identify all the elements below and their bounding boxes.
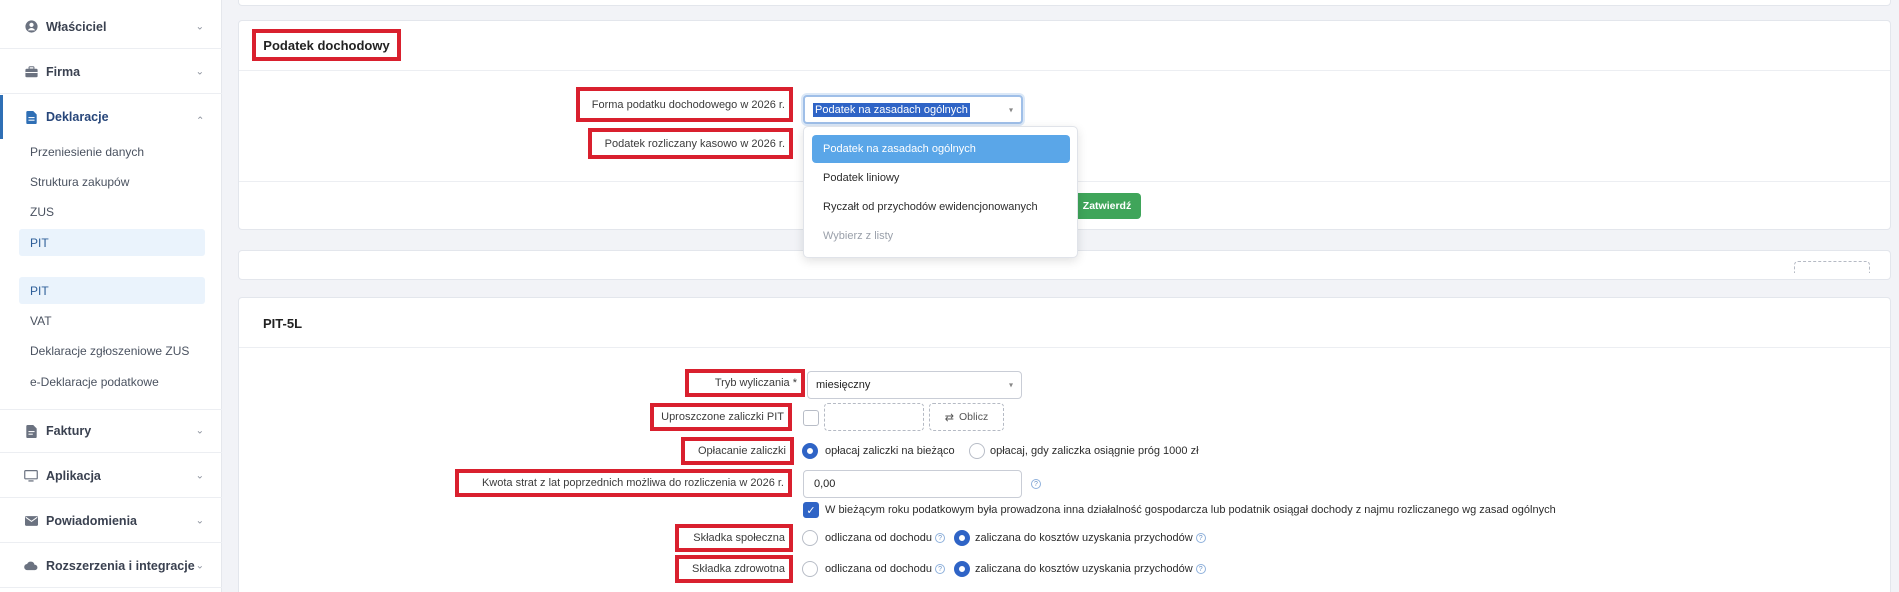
uproszczone-zaliczki-label: Uproszczone zaliczki PIT — [650, 403, 792, 431]
envelope-icon — [24, 514, 38, 528]
help-icon[interactable]: ? — [1031, 479, 1041, 489]
sidebar-section-label: Faktury — [46, 424, 92, 438]
monitor-icon — [24, 469, 38, 483]
sidebar-section-aplikacja[interactable]: Aplikacja ⌄ — [0, 454, 222, 498]
dashed-button-partial[interactable] — [1794, 261, 1870, 273]
oplacanie-prog-radio[interactable] — [969, 443, 985, 459]
sidebar-section-label: Powiadomienia — [46, 513, 137, 528]
card-header — [239, 21, 1890, 71]
chevron-down-icon: ⌄ — [195, 560, 204, 571]
forma-podatku-select[interactable]: Podatek na zasadach ogólnych ▾ — [803, 95, 1023, 124]
cloud-icon — [24, 559, 38, 573]
zatwierdz-button[interactable]: Zatwierdź — [1073, 193, 1141, 219]
zdrowotna-od-dochodu-label: odliczana od dochodu? — [825, 561, 946, 577]
sidebar-item-zus[interactable]: ZUS — [19, 198, 205, 225]
chevron-down-icon: ⌄ — [195, 66, 204, 77]
forma-podatku-label: Forma podatku dochodowego w 2026 r. — [576, 87, 793, 122]
chevron-up-icon: ⌄ — [195, 113, 204, 125]
user-icon — [24, 20, 38, 34]
tryb-wyliczania-select[interactable]: miesięczny ▾ — [807, 371, 1022, 399]
sidebar-item-deklaracje-zus[interactable]: Deklaracje zgłoszeniowe ZUS — [19, 337, 205, 364]
kwota-strat-input[interactable]: 0,00 — [803, 470, 1022, 498]
dropdown-placeholder[interactable]: Wybierz z listy — [812, 222, 1070, 250]
kwota-strat-label: Kwota strat z lat poprzednich możliwa do… — [455, 469, 792, 497]
chevron-down-icon: ▾ — [1008, 380, 1013, 390]
card-title: PIT-5L — [263, 316, 303, 331]
top-card — [238, 0, 1891, 6]
select-value: Podatek na zasadach ogólnych — [813, 102, 970, 117]
uproszczone-zaliczki-input[interactable] — [824, 403, 924, 431]
sidebar-section-faktury[interactable]: Faktury ⌄ — [0, 409, 222, 453]
help-icon[interactable]: ? — [935, 533, 946, 543]
spoleczna-od-dochodu-radio[interactable] — [802, 530, 818, 546]
sidebar-section-label: Firma — [46, 64, 81, 79]
sidebar-section-powiadomienia[interactable]: Powiadomienia ⌄ — [0, 499, 222, 543]
sidebar-item-struktura-zakupow[interactable]: Struktura zakupów — [19, 168, 205, 195]
sidebar-item-vat[interactable]: VAT — [19, 307, 205, 334]
inna-dzialalnosc-label: W bieżącym roku podatkowym była prowadzo… — [825, 504, 1556, 516]
oblicz-button[interactable]: ⇄ Oblicz — [929, 403, 1004, 431]
card-header — [239, 298, 1890, 348]
inna-dzialalnosc-checkbox[interactable]: ✓ — [803, 502, 819, 518]
skladka-zdrowotna-label: Składka zdrowotna — [675, 555, 793, 583]
sidebar-section-label: Deklaracje — [46, 110, 109, 124]
chevron-down-icon: ⌄ — [195, 515, 204, 526]
zdrowotna-do-kosztow-label: zaliczana do kosztów uzyskania przychodó… — [975, 561, 1206, 577]
sidebar-section-label: Rozszerzenia i integracje — [46, 558, 195, 573]
card-title: Podatek dochodowy — [252, 29, 401, 61]
dropdown-option[interactable]: Podatek na zasadach ogólnych — [812, 135, 1070, 163]
oplacanie-zaliczki-label: Opłacanie zaliczki — [681, 437, 794, 465]
zdrowotna-od-dochodu-radio[interactable] — [802, 561, 818, 577]
zdrowotna-do-kosztow-radio[interactable] — [954, 561, 970, 577]
sidebar: Właściciel ⌄ Firma ⌄ Deklaracje ⌄ Przeni… — [0, 0, 222, 592]
sidebar-section-deklaracje[interactable]: Deklaracje ⌄ — [0, 95, 222, 139]
sidebar-item-pit[interactable]: PIT — [19, 229, 205, 256]
forma-podatku-dropdown: Podatek na zasadach ogólnych Podatek lin… — [803, 126, 1078, 258]
help-icon[interactable]: ? — [1195, 564, 1206, 574]
uproszczone-zaliczki-checkbox[interactable] — [803, 410, 819, 426]
oplacanie-biezaco-radio[interactable] — [802, 443, 818, 459]
sidebar-item-przeniesienie-danych[interactable]: Przeniesienie danych — [19, 138, 205, 165]
sidebar-section-wlasciciel[interactable]: Właściciel ⌄ — [0, 5, 222, 49]
select-value: miesięczny — [816, 379, 871, 391]
oplacanie-prog-label: opłacaj, gdy zaliczka osiągnie próg 1000… — [990, 445, 1199, 457]
sidebar-section-label: Aplikacja — [46, 468, 101, 483]
dropdown-option[interactable]: Podatek liniowy — [812, 164, 1070, 192]
sidebar-section-firma[interactable]: Firma ⌄ — [0, 50, 222, 94]
sidebar-section-rozszerzenia[interactable]: Rozszerzenia i integracje ⌄ — [0, 544, 222, 588]
spoleczna-do-kosztow-radio[interactable] — [954, 530, 970, 546]
invoice-icon — [24, 424, 38, 438]
document-icon — [24, 110, 38, 124]
tryb-wyliczania-label: Tryb wyliczania * — [685, 369, 805, 397]
oblicz-label: Oblicz — [959, 411, 989, 423]
sidebar-item-e-deklaracje[interactable]: e-Deklaracje podatkowe — [19, 368, 205, 395]
kasowo-label: Podatek rozliczany kasowo w 2026 r. — [588, 128, 793, 159]
spoleczna-od-dochodu-label: odliczana od dochodu? — [825, 530, 946, 546]
help-icon[interactable]: ? — [1195, 533, 1206, 543]
check-icon: ✓ — [806, 504, 816, 517]
help-icon[interactable]: ? — [935, 564, 946, 574]
shuffle-icon: ⇄ — [944, 411, 955, 424]
chevron-down-icon: ⌄ — [195, 470, 204, 481]
dropdown-option[interactable]: Ryczałt od przychodów ewidencjonowanych — [812, 193, 1070, 221]
skladka-spoleczna-label: Składka społeczna — [675, 524, 793, 552]
chevron-down-icon: ⌄ — [195, 21, 204, 32]
oplacanie-biezaco-label: opłacaj zaliczki na bieżąco — [825, 445, 955, 457]
chevron-down-icon: ⌄ — [195, 425, 204, 437]
chevron-down-icon: ▾ — [1008, 105, 1013, 114]
sidebar-section-label: Właściciel — [46, 19, 107, 34]
briefcase-icon — [24, 65, 38, 79]
spoleczna-do-kosztow-label: zaliczana do kosztów uzyskania przychodó… — [975, 530, 1206, 546]
sidebar-item-pit[interactable]: PIT — [19, 277, 205, 304]
